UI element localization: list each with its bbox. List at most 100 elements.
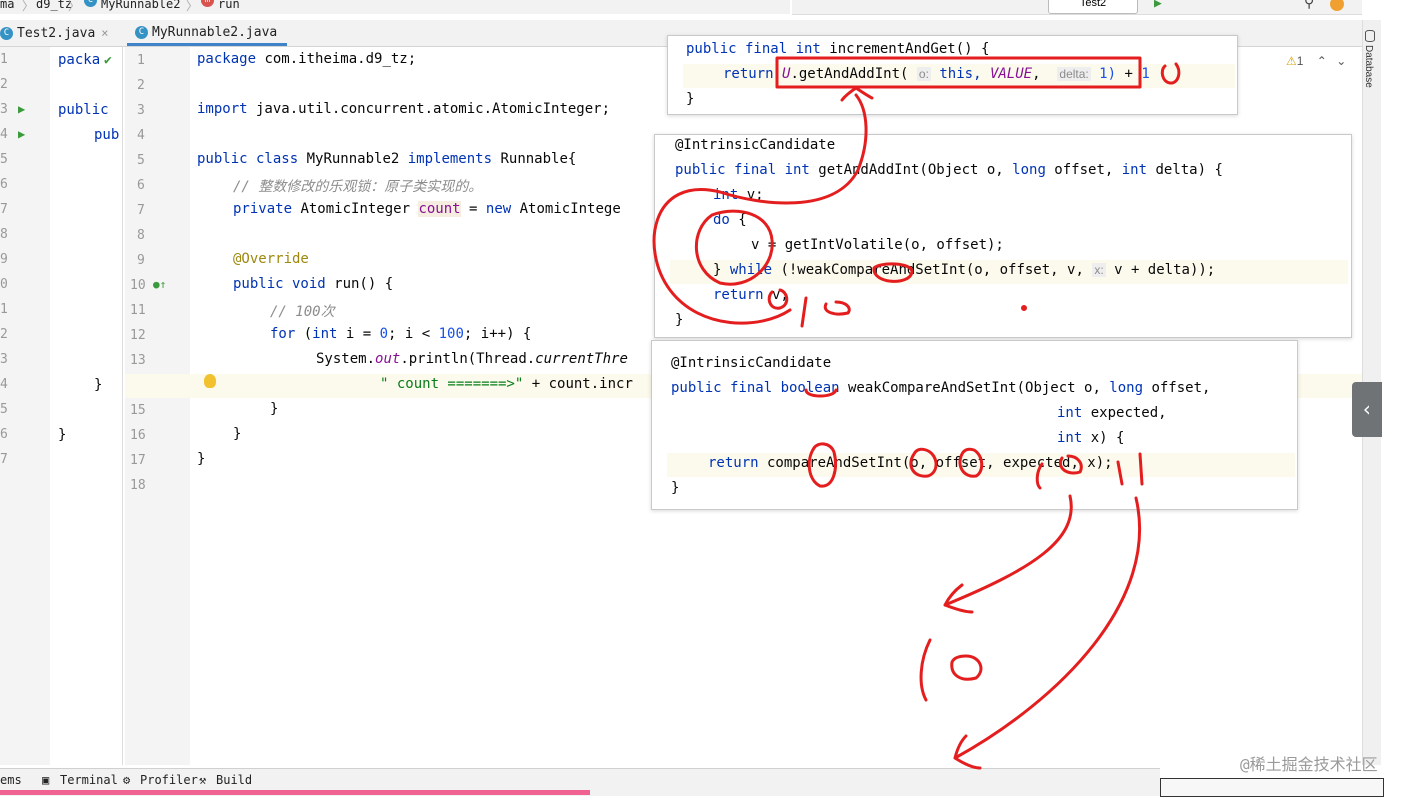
breadcrumb-separator: 〉 <box>68 0 81 13</box>
code-line-14: " count =======>" + count.incr <box>380 376 633 392</box>
tab-test2[interactable]: C Test2.java × <box>0 20 120 46</box>
line-number: 1 <box>0 52 8 67</box>
tab-myrunnable2[interactable]: C MyRunnable2.java <box>127 20 287 46</box>
popup-line: int expected, <box>1057 405 1167 421</box>
line-number: 12 <box>130 328 146 343</box>
popup-line: do { <box>713 212 747 228</box>
tool-tab-problems[interactable]: ems <box>0 773 22 787</box>
line-number: 10 <box>130 278 146 293</box>
popup-line: return compareAndSetInt(o, offset, expec… <box>708 455 1113 471</box>
popup-line: return v; <box>713 287 789 303</box>
line-number: 4 <box>137 128 145 143</box>
line-number: 15 <box>130 403 146 418</box>
run-gutter-icon[interactable]: ▶ <box>18 127 25 141</box>
line-number: 2 <box>0 327 8 342</box>
breadcrumb: ma 〉 d9_tz 〉 C MyRunnable2 〉 m run <box>0 0 790 14</box>
run-config-select[interactable]: Test2 <box>1048 0 1138 14</box>
input-method-bar <box>1160 778 1384 797</box>
breadcrumb-separator: 〉 <box>22 0 35 13</box>
line-number: 4 <box>0 127 8 142</box>
warning-icon: ⚠ <box>1286 54 1297 68</box>
code-line-9: @Override <box>233 251 309 267</box>
watermark: @稀土掘金技术社区 <box>1240 755 1378 774</box>
quick-definition-popup: public final int incrementAndGet() { ret… <box>667 35 1238 115</box>
tool-tab-profiler[interactable]: Profiler <box>140 773 198 787</box>
chevron-left-icon[interactable]: ‹ <box>1352 382 1382 437</box>
breadcrumb-item[interactable]: run <box>218 0 240 11</box>
code-fragment: } <box>94 377 103 393</box>
breadcrumb-item[interactable]: MyRunnable2 <box>101 0 180 11</box>
database-icon[interactable] <box>1365 30 1375 42</box>
code-line-6: // 整数修改的乐观锁：原子类实现的。 <box>233 179 483 195</box>
code-fragment: } <box>58 427 67 443</box>
code-fragment: public <box>58 102 109 118</box>
line-number: 7 <box>0 452 8 467</box>
line-number: 1 <box>0 302 8 317</box>
ink-arrow <box>953 496 1142 770</box>
top-toolbar: Test2 ▶ ⚲ <box>792 0 1362 15</box>
run-gutter-icon[interactable]: ▶ <box>18 102 25 116</box>
ink-arrow <box>943 494 1073 614</box>
breadcrumb-item[interactable]: ma <box>0 0 14 11</box>
line-number: 9 <box>0 252 8 267</box>
line-number: 3 <box>0 102 8 117</box>
inspection-widget[interactable]: ⚠1 ⌃ ⌄ <box>1286 54 1346 68</box>
ink-circle <box>950 654 983 681</box>
line-number: 13 <box>130 353 146 368</box>
code-fragment: pub <box>94 127 120 143</box>
update-icon[interactable] <box>1330 0 1344 11</box>
popup-line: } while (!weakCompareAndSetInt(o, offset… <box>713 262 1216 278</box>
line-number: 6 <box>0 427 8 442</box>
code-line-10: public void run() { <box>233 276 394 292</box>
chevron-up-icon[interactable]: ⌃ <box>1317 54 1327 68</box>
tool-tab-build[interactable]: Build <box>216 773 252 787</box>
line-number: 5 <box>0 152 8 167</box>
code-line-13: System.out.println(Thread.currentThre <box>316 351 628 367</box>
line-number: 8 <box>137 228 145 243</box>
popup-line: public final int getAndAddInt(Object o, … <box>675 162 1223 178</box>
code-line-11: // 100次 <box>270 304 335 320</box>
class-icon: C <box>135 26 148 39</box>
code-line-15: } <box>270 401 279 417</box>
hammer-icon: ⚒ <box>199 773 207 787</box>
popup-line: } <box>671 480 680 496</box>
tool-tab-terminal[interactable]: Terminal <box>60 773 118 787</box>
line-number: 3 <box>0 352 8 367</box>
check-icon: ✔ <box>104 53 112 68</box>
line-number: 3 <box>137 103 145 118</box>
line-number: 16 <box>130 428 146 443</box>
tab-label: MyRunnable2.java <box>152 25 278 40</box>
line-number: 4 <box>0 377 8 392</box>
tab-label: Test2.java <box>17 26 96 41</box>
breadcrumb-separator: 〉 <box>186 0 199 13</box>
popup-line: @IntrinsicCandidate <box>671 355 832 371</box>
popup-line: public final int incrementAndGet() { <box>686 41 990 57</box>
progress-stripe <box>0 790 590 795</box>
chevron-down-icon[interactable]: ⌄ <box>1336 54 1346 68</box>
warning-count: 1 <box>1296 54 1304 68</box>
popup-line: return U.getAndAddInt( o: this, VALUE, d… <box>723 66 1150 82</box>
line-number: 7 <box>0 202 8 217</box>
line-number: 6 <box>137 178 145 193</box>
popup-line: public final boolean weakCompareAndSetIn… <box>671 380 1211 396</box>
lightbulb-icon[interactable] <box>204 374 216 388</box>
line-number: 8 <box>0 227 8 242</box>
database-tool-button[interactable]: Database <box>1363 45 1374 88</box>
line-number: 1 <box>137 53 145 68</box>
run-icon[interactable]: ▶ <box>1154 0 1162 11</box>
line-number: 5 <box>0 402 8 417</box>
line-number: 9 <box>137 253 145 268</box>
line-number: 18 <box>130 478 146 493</box>
ink-mark <box>919 638 932 702</box>
line-number: 5 <box>137 153 145 168</box>
left-editor[interactable]: packa ✔ public pub } } <box>50 47 123 765</box>
override-icon[interactable]: ●↑ <box>153 278 166 291</box>
close-icon[interactable]: × <box>101 26 108 40</box>
terminal-icon: ▣ <box>42 773 50 787</box>
line-number: 6 <box>0 177 8 192</box>
breadcrumb-item[interactable]: d9_tz <box>36 0 72 11</box>
popup-line: } <box>686 91 695 107</box>
line-number: 17 <box>130 453 146 468</box>
search-icon[interactable]: ⚲ <box>1304 0 1314 11</box>
line-number: 2 <box>0 77 8 92</box>
